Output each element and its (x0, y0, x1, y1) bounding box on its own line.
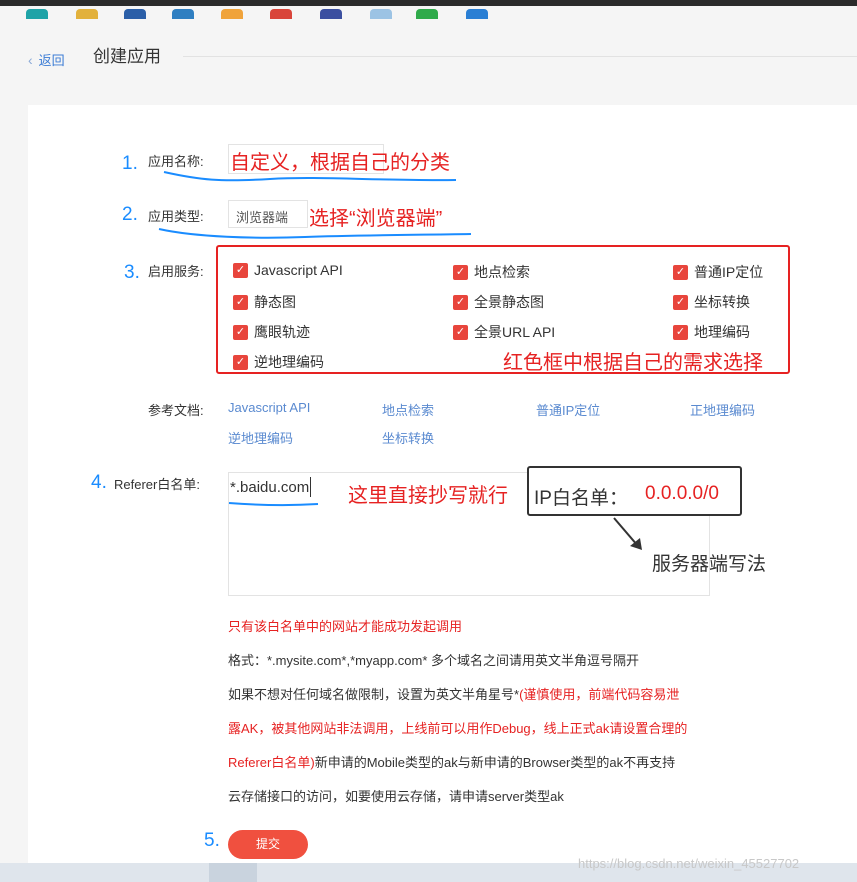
doc-link[interactable]: 普通IP定位 (536, 400, 600, 419)
step-number-4: 4. (91, 472, 107, 493)
checkbox-checked-icon: ✓ (453, 294, 468, 310)
submit-button[interactable]: 提交 (228, 830, 308, 859)
blue-underline-annotation (228, 502, 319, 507)
taskbar-app-icon[interactable] (320, 9, 342, 19)
services-annotation: 红色框中根据自己的需求选择 (503, 352, 763, 374)
wechat-icon[interactable] (416, 9, 438, 19)
service-checkbox[interactable]: ✓ 逆地理编码 (233, 352, 324, 372)
app-type-select[interactable]: 浏览器端 (228, 200, 308, 228)
ip-whitelist-value: 0.0.0.0/0 (645, 483, 719, 504)
watermark: https://blog.csdn.net/weixin_45527702 (578, 856, 800, 871)
taskbar-app-icon[interactable] (370, 9, 392, 19)
taskbar-active-slot (209, 863, 257, 882)
help-line: Referer白名单)新申请的Mobile类型的ak与新申请的Browser类型… (228, 755, 676, 770)
checkbox-checked-icon: ✓ (233, 294, 248, 310)
server-note: 服务器端写法 (652, 554, 767, 575)
taskbar-app-icon[interactable] (26, 9, 48, 19)
service-checkbox[interactable]: ✓ Javascript API (233, 262, 343, 278)
checkbox-checked-icon: ✓ (673, 324, 688, 340)
referer-annotation: 这里直接抄写就行 (348, 485, 508, 507)
blue-underline-annotation (163, 171, 457, 182)
checkbox-checked-icon: ✓ (453, 264, 468, 280)
back-label: 返回 (38, 53, 65, 68)
service-checkbox[interactable]: ✓ 全景URL API (453, 322, 555, 342)
doc-link[interactable]: 坐标转换 (382, 428, 434, 447)
doc-link[interactable]: Javascript API (228, 400, 310, 415)
doc-link[interactable]: 地点检索 (382, 400, 434, 419)
checkbox-checked-icon: ✓ (233, 262, 248, 278)
service-checkbox[interactable]: ✓ 静态图 (233, 292, 296, 312)
ip-whitelist-label: IP白名单： (534, 488, 628, 509)
taskbar-app-icon[interactable] (172, 9, 194, 19)
chrome-icon[interactable] (270, 9, 292, 19)
doc-link[interactable]: 正地理编码 (690, 400, 755, 419)
chevron-left-icon: ‹ (28, 51, 33, 68)
app-type-label: 应用类型: (148, 209, 204, 224)
checkbox-checked-icon: ✓ (673, 264, 688, 280)
folder-icon[interactable] (76, 9, 98, 19)
help-warning: 只有该白名单中的网站才能成功发起调用 (228, 619, 463, 634)
taskbar-app-icon[interactable] (221, 9, 243, 19)
service-checkbox[interactable]: ✓ 坐标转换 (673, 292, 750, 312)
checkbox-checked-icon: ✓ (233, 354, 248, 370)
service-checkbox[interactable]: ✓ 地理编码 (673, 322, 750, 342)
help-format: 格式：*.mysite.com*,*myapp.com* 多个域名之间请用英文半… (228, 653, 639, 668)
doc-link[interactable]: 逆地理编码 (228, 428, 293, 447)
step-number-1: 1. (122, 153, 138, 174)
app-name-label: 应用名称: (148, 154, 204, 169)
blue-underline-annotation (158, 228, 472, 239)
taskbar-app-icon[interactable] (124, 9, 146, 19)
help-line: 云存储接口的访问，如要使用云存储，请申请server类型ak (228, 789, 564, 804)
help-line: 露AK，被其他网站非法调用，上线前可以用作Debug，线上正式ak请设置合理的 (228, 721, 688, 736)
vscode-icon[interactable] (466, 9, 488, 19)
page-title: 创建应用 (93, 47, 161, 66)
services-label: 启用服务: (148, 264, 204, 279)
arrow-pointer-icon (613, 517, 642, 550)
service-checkbox[interactable]: ✓ 地点检索 (453, 262, 530, 282)
service-checkbox[interactable]: ✓ 全景静态图 (453, 292, 544, 312)
checkbox-checked-icon: ✓ (453, 324, 468, 340)
docs-label: 参考文档: (148, 403, 204, 418)
step-number-5: 5. (204, 830, 220, 851)
header-divider (183, 56, 857, 57)
checkbox-checked-icon: ✓ (233, 324, 248, 340)
text-cursor (310, 477, 311, 497)
referer-label: Referer白名单: (114, 477, 200, 492)
step-number-2: 2. (122, 204, 138, 225)
service-checkbox[interactable]: ✓ 鹰眼轨迹 (233, 322, 310, 342)
help-line: 如果不想对任何域名做限制，设置为英文半角星号*(谨慎使用，前端代码容易泄 (228, 687, 680, 702)
back-link[interactable]: ‹ 返回 (28, 50, 65, 69)
page-header: ‹ 返回 创建应用 (0, 6, 857, 96)
referer-value: *.baidu.com (230, 479, 310, 496)
checkbox-checked-icon: ✓ (673, 294, 688, 310)
step-number-3: 3. (124, 262, 140, 283)
service-checkbox[interactable]: ✓ 普通IP定位 (673, 262, 763, 282)
